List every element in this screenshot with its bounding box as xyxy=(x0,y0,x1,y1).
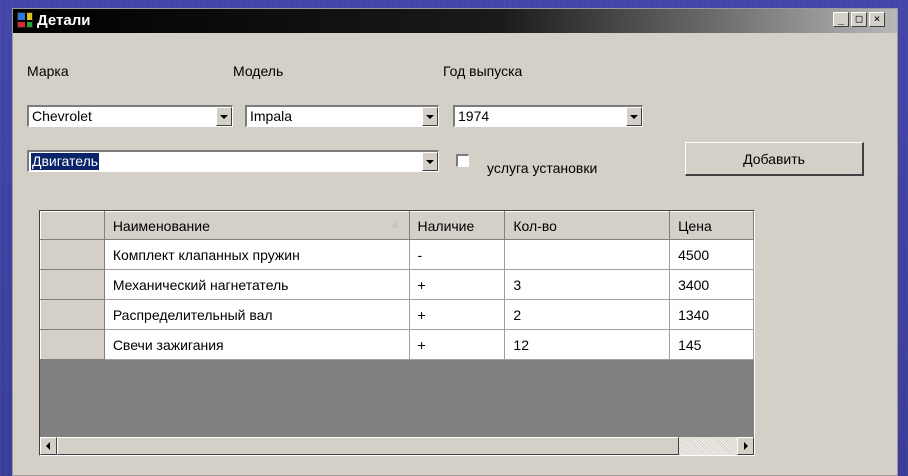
table-header-row: Наименование Наличие Кол-во Цена xyxy=(40,211,754,240)
scrollbar-thumb[interactable] xyxy=(57,437,679,455)
cell-name[interactable]: Распределительный вал xyxy=(103,299,410,330)
make-select-value: Chevrolet xyxy=(32,108,92,124)
column-header-label: Наименование xyxy=(112,217,210,234)
chevron-down-icon[interactable] xyxy=(216,107,232,126)
corner-header-cell[interactable] xyxy=(40,211,105,240)
horizontal-scrollbar[interactable] xyxy=(40,437,754,455)
install-service-label[interactable]: услуга установки xyxy=(487,159,597,177)
category-select[interactable]: Двигатель xyxy=(27,150,439,172)
table-row[interactable]: Комплект клапанных пружин - 4500 xyxy=(40,239,754,270)
chevron-down-icon[interactable] xyxy=(422,152,438,171)
category-select-value: Двигатель xyxy=(31,153,100,170)
model-label: Модель xyxy=(233,63,284,79)
table-row[interactable]: Механический нагнетатель + 3 3400 xyxy=(40,269,754,300)
table-row[interactable]: Свечи зажигания + 12 145 xyxy=(40,329,754,360)
cell-quantity[interactable]: 2 xyxy=(504,299,671,330)
row-header-cell[interactable] xyxy=(40,269,105,300)
app-window-icon[interactable] xyxy=(17,12,33,28)
window-title: Детали xyxy=(37,12,91,29)
year-select-value: 1974 xyxy=(458,108,490,124)
cell-price[interactable]: 1340 xyxy=(669,299,754,330)
table-row[interactable]: Распределительный вал + 2 1340 xyxy=(40,299,754,330)
arrow-left-icon[interactable] xyxy=(40,437,57,455)
cell-price[interactable]: 4500 xyxy=(669,239,754,270)
row-header-cell[interactable] xyxy=(40,239,105,270)
cell-name[interactable]: Свечи зажигания xyxy=(103,329,410,360)
title-bar[interactable]: Детали _ □ × xyxy=(13,9,897,33)
cell-price[interactable]: 145 xyxy=(669,329,754,360)
year-label: Год выпуска xyxy=(443,63,523,79)
close-button[interactable]: × xyxy=(869,12,885,27)
column-header-price[interactable]: Цена xyxy=(669,211,754,240)
add-button[interactable]: Добавить xyxy=(685,142,864,176)
model-select[interactable]: Impala xyxy=(245,105,439,127)
cell-availability[interactable]: + xyxy=(408,299,506,330)
year-select[interactable]: 1974 xyxy=(453,105,643,127)
install-service-checkbox[interactable] xyxy=(456,154,469,167)
chevron-down-icon[interactable] xyxy=(422,107,438,126)
sort-asc-icon xyxy=(390,221,399,228)
arrow-right-icon[interactable] xyxy=(737,437,754,455)
row-header-cell[interactable] xyxy=(40,329,105,360)
column-header-availability[interactable]: Наличие xyxy=(408,211,506,240)
row-header-cell[interactable] xyxy=(40,299,105,330)
cell-name[interactable]: Комплект клапанных пружин xyxy=(103,239,410,270)
cell-quantity[interactable]: 12 xyxy=(504,329,671,360)
minimize-button[interactable]: _ xyxy=(833,12,849,27)
make-select[interactable]: Chevrolet xyxy=(27,105,233,127)
chevron-down-icon[interactable] xyxy=(626,107,642,126)
cell-price[interactable]: 3400 xyxy=(669,269,754,300)
cell-name[interactable]: Механический нагнетатель xyxy=(103,269,410,300)
cell-quantity[interactable] xyxy=(504,239,671,270)
cell-availability[interactable]: + xyxy=(408,269,506,300)
cell-availability[interactable]: - xyxy=(408,239,506,270)
column-header-name[interactable]: Наименование xyxy=(103,211,410,240)
parts-data-grid[interactable]: Наименование Наличие Кол-во Цена Комплек… xyxy=(39,210,755,456)
maximize-button[interactable]: □ xyxy=(851,12,867,27)
model-select-value: Impala xyxy=(250,108,293,124)
make-label: Марка xyxy=(27,63,69,79)
details-window: Детали _ □ × Марка Модель Год выпуска Ch… xyxy=(12,8,898,476)
column-header-quantity[interactable]: Кол-во xyxy=(504,211,671,240)
cell-quantity[interactable]: 3 xyxy=(504,269,671,300)
parts-table: Наименование Наличие Кол-во Цена Комплек… xyxy=(40,211,754,360)
cell-availability[interactable]: + xyxy=(408,329,506,360)
